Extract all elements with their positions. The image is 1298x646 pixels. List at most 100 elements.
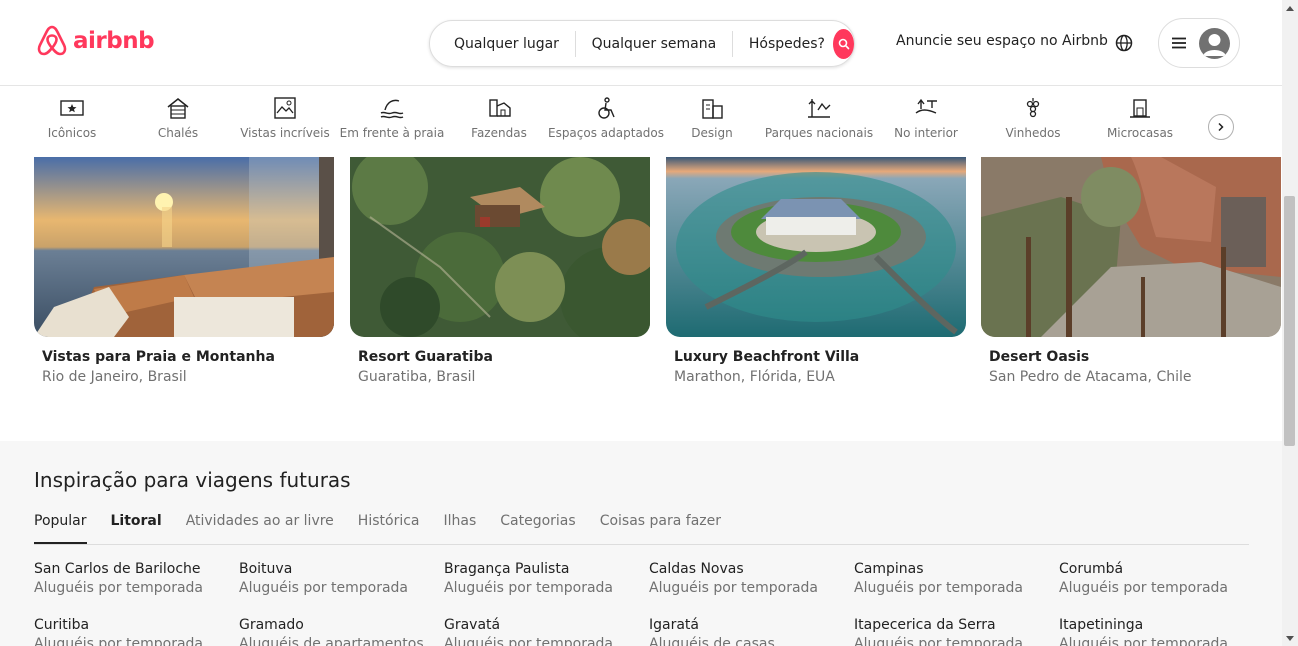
tab-popular[interactable]: Popular	[34, 513, 87, 544]
search-when-button[interactable]: Qualquer semana	[576, 30, 733, 58]
listing-title: Luxury Beachfront Villa	[674, 349, 860, 365]
search-where-button[interactable]: Qualquer lugar	[430, 30, 575, 58]
category-item[interactable]: Parques nacionais	[759, 96, 879, 140]
category-label: Parques nacionais	[764, 126, 874, 140]
scroll-down-arrow-icon[interactable]	[1286, 636, 1294, 641]
destination-type: Aluguéis por temporada	[34, 636, 203, 646]
category-item[interactable]: Chalés	[118, 96, 238, 140]
destination-link[interactable]: Caldas Novas Aluguéis por temporada	[649, 561, 849, 596]
category-label: Design	[691, 126, 733, 140]
destination-link[interactable]: Corumbá Aluguéis por temporada	[1059, 561, 1259, 596]
scrollbar-thumb[interactable]	[1284, 196, 1295, 446]
destination-type: Aluguéis por temporada	[34, 580, 203, 596]
listing-location: Marathon, Flórida, EUA	[674, 369, 835, 385]
destination-link[interactable]: Gravatá Aluguéis por temporada	[444, 617, 644, 646]
listing-location: San Pedro de Atacama, Chile	[989, 369, 1192, 385]
category-item[interactable]: No interior	[866, 96, 986, 140]
accessible-icon	[598, 97, 615, 119]
tab-litoral[interactable]: Litoral	[111, 513, 162, 544]
destination-name: Caldas Novas	[649, 561, 744, 577]
tab-historic[interactable]: Histórica	[358, 513, 420, 544]
airbnb-logo[interactable]: airbnb	[37, 24, 155, 57]
destination-link[interactable]: Curitiba Aluguéis por temporada	[34, 617, 234, 646]
category-item[interactable]: Em frente à praia	[332, 96, 452, 140]
category-item[interactable]: Vistas incríveis	[225, 96, 345, 140]
listing-title: Resort Guaratiba	[358, 349, 493, 365]
destination-link[interactable]: Bragança Paulista Aluguéis por temporada	[444, 561, 644, 596]
listing-photo[interactable]	[981, 157, 1281, 337]
destination-type: Aluguéis por temporada	[444, 580, 613, 596]
tab-things-to-do[interactable]: Coisas para fazer	[600, 513, 721, 544]
globe-icon[interactable]	[1114, 33, 1134, 53]
tab-outdoor[interactable]: Atividades ao ar livre	[186, 513, 334, 544]
destination-link[interactable]: Boituva Aluguéis por temporada	[239, 561, 439, 596]
destination-name: Itapetininga	[1059, 617, 1144, 633]
scroll-up-arrow-icon[interactable]	[1286, 6, 1294, 11]
listing-location: Guaratiba, Brasil	[358, 369, 476, 385]
destination-type: Aluguéis por temporada	[239, 580, 408, 596]
category-label: No interior	[894, 126, 958, 140]
destination-name: Corumbá	[1059, 561, 1124, 577]
user-menu-button[interactable]	[1158, 18, 1240, 68]
destination-link[interactable]: Itapecerica da Serra Aluguéis por tempor…	[854, 617, 1054, 646]
destination-name: Igaratá	[649, 617, 699, 633]
category-item[interactable]: Icônicos	[12, 96, 132, 140]
listing-photo[interactable]	[34, 157, 334, 337]
view-icon	[274, 97, 296, 119]
destination-name: Gravatá	[444, 617, 501, 633]
category-label: Chalés	[157, 126, 199, 140]
listing-photo[interactable]	[350, 157, 650, 337]
tiny-home-icon	[1130, 99, 1150, 118]
page-scrollbar[interactable]	[1282, 0, 1298, 646]
listing-title: Desert Oasis	[989, 349, 1090, 365]
search-where-label: Qualquer lugar	[454, 35, 559, 52]
search-icon	[838, 38, 849, 49]
category-label: Vinhedos	[1005, 126, 1061, 140]
category-label: Espaços adaptados	[547, 126, 665, 140]
destination-link[interactable]: Itapetininga Aluguéis por temporada	[1059, 617, 1259, 646]
tab-categories[interactable]: Categorias	[500, 513, 575, 544]
destination-type: Aluguéis por temporada	[444, 636, 613, 646]
search-button[interactable]	[833, 28, 854, 59]
destination-type: Aluguéis por temporada	[1059, 636, 1228, 646]
countryside-icon	[915, 98, 937, 114]
become-host-link[interactable]: Anuncie seu espaço no Airbnb	[896, 33, 1108, 49]
category-next-button[interactable]	[1208, 114, 1234, 140]
destination-type: Aluguéis de casas	[649, 636, 775, 646]
hamburger-menu-icon	[1172, 37, 1186, 49]
user-icon	[1203, 33, 1226, 56]
trophy-icon	[60, 100, 84, 116]
destination-name: San Carlos de Bariloche	[34, 561, 201, 577]
destination-name: Gramado	[239, 617, 304, 633]
category-item[interactable]: Design	[652, 96, 772, 140]
destination-name: Boituva	[239, 561, 293, 577]
destination-link[interactable]: Igaratá Aluguéis de casas	[649, 617, 849, 646]
category-item[interactable]: Microcasas	[1080, 96, 1200, 140]
listing-card[interactable]: Resort Guaratiba Guaratiba, Brasil	[350, 157, 650, 385]
category-item[interactable]: Vinhedos	[973, 96, 1093, 140]
avatar	[1199, 27, 1230, 59]
search-who-button[interactable]: Hóspedes?	[733, 30, 833, 58]
category-bar: Icônicos Chalés Vistas incríveis Em fren…	[0, 86, 1282, 157]
listing-card[interactable]: Luxury Beachfront Villa Marathon, Flórid…	[666, 157, 966, 385]
listing-card[interactable]: Desert Oasis San Pedro de Atacama, Chile	[981, 157, 1281, 385]
search-bar[interactable]: Qualquer lugar Qualquer semana Hóspedes?	[429, 20, 855, 67]
category-item[interactable]: Fazendas	[439, 96, 559, 140]
listing-photo[interactable]	[666, 157, 966, 337]
destination-link[interactable]: Campinas Aluguéis por temporada	[854, 561, 1054, 596]
category-label: Microcasas	[1106, 126, 1174, 140]
destination-link[interactable]: San Carlos de Bariloche Aluguéis por tem…	[34, 561, 234, 596]
listing-title: Vistas para Praia e Montanha	[42, 349, 275, 365]
destination-link[interactable]: Gramado Aluguéis de apartamentos	[239, 617, 439, 646]
tab-islands[interactable]: Ilhas	[443, 513, 476, 544]
category-item[interactable]: Espaços adaptados	[546, 96, 666, 140]
category-label: Em frente à praia	[339, 126, 445, 140]
destination-type: Aluguéis por temporada	[854, 580, 1023, 596]
search-when-label: Qualquer semana	[591, 35, 717, 52]
destination-name: Itapecerica da Serra	[854, 617, 996, 633]
listing-card[interactable]: Vistas para Praia e Montanha Rio de Jane…	[34, 157, 334, 385]
airbnb-logo-icon	[37, 25, 67, 56]
section-title: Inspiração para viagens futuras	[34, 468, 351, 492]
destination-type: Aluguéis de apartamentos	[239, 636, 424, 646]
farm-icon	[489, 99, 511, 117]
